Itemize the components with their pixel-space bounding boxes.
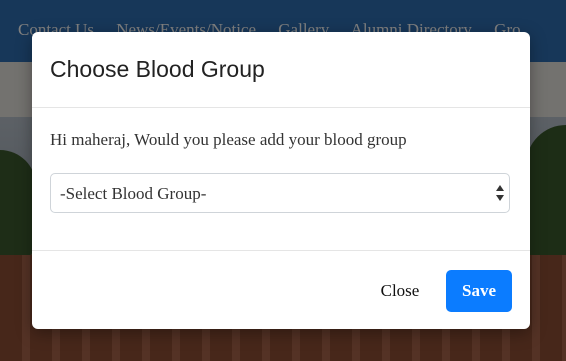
- select-value: -Select Blood Group-: [60, 184, 207, 203]
- modal-body: Hi maheraj, Would you please add your bl…: [32, 108, 530, 251]
- blood-group-select[interactable]: -Select Blood Group-: [50, 173, 510, 213]
- blood-group-modal: Choose Blood Group Hi maheraj, Would you…: [32, 32, 530, 329]
- modal-header: Choose Blood Group: [32, 32, 530, 108]
- modal-footer: Close Save: [32, 251, 530, 330]
- close-button[interactable]: Close: [368, 270, 432, 312]
- up-down-caret-icon: [495, 183, 505, 203]
- save-button[interactable]: Save: [446, 270, 512, 312]
- modal-message: Hi maheraj, Would you please add your bl…: [50, 130, 407, 149]
- modal-title: Choose Blood Group: [50, 56, 265, 82]
